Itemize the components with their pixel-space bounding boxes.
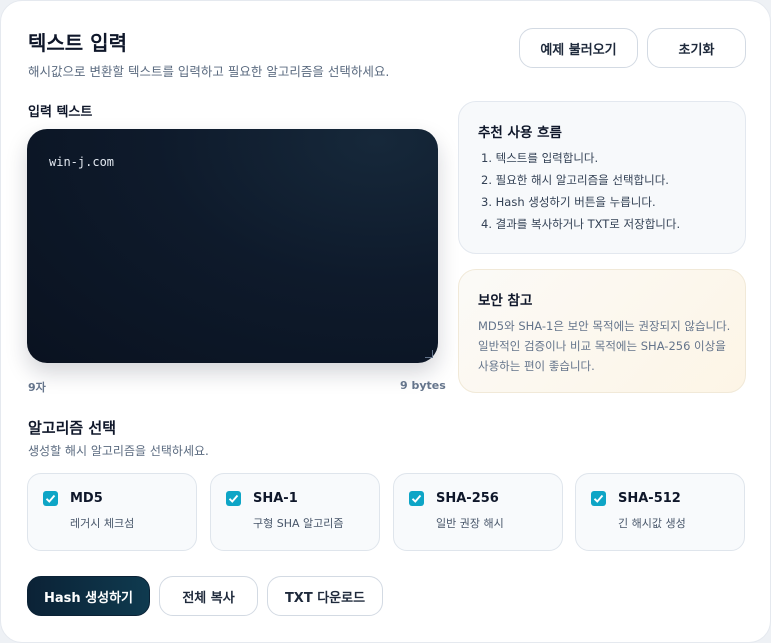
checkbox-sha1[interactable] [226,491,241,506]
flow-panel-title: 추천 사용 흐름 [478,125,562,141]
checkbox-sha512[interactable] [591,491,606,506]
algorithm-name: SHA-512 [618,491,681,506]
hash-input-card: 텍스트 입력 해시값으로 변환할 텍스트를 입력하고 필요한 알고리즘을 선택하… [0,0,771,643]
load-example-button[interactable]: 예제 불러오기 [519,28,638,68]
algorithm-name: MD5 [70,491,103,506]
checkbox-sha256[interactable] [409,491,424,506]
flow-panel: 추천 사용 흐름 1. 텍스트를 입력합니다. 2. 필요한 해시 알고리즘을 … [458,101,746,254]
copy-all-button[interactable]: 전체 복사 [159,576,258,616]
algorithm-desc: 일반 권장 해시 [436,517,504,530]
check-icon [593,494,604,503]
flow-step: 3. Hash 생성하기 버튼을 누릅니다. [481,195,656,209]
resize-handle[interactable] [425,350,433,358]
input-label: 입력 텍스트 [28,105,93,120]
check-icon [228,494,239,503]
algorithm-desc: 구형 SHA 알고리즘 [253,517,344,530]
algorithm-section-title: 알고리즘 선택 [28,419,117,437]
security-note-panel: 보안 참고 MD5와 SHA-1은 보안 목적에는 권장되지 않습니다. 일반적… [458,269,746,393]
char-count: 9자 [28,381,46,394]
check-icon [411,494,422,503]
algorithm-desc: 긴 해시값 생성 [618,517,686,530]
checkbox-md5[interactable] [43,491,58,506]
security-note-title: 보안 참고 [478,293,533,309]
algorithm-option-sha512[interactable]: SHA-512 긴 해시값 생성 [575,473,745,551]
algorithm-name: SHA-256 [436,491,499,506]
download-txt-button[interactable]: TXT 다운로드 [267,576,383,616]
flow-step: 2. 필요한 해시 알고리즘을 선택합니다. [481,173,669,187]
reset-button[interactable]: 초기화 [647,28,746,68]
flow-step: 4. 결과를 복사하거나 TXT로 저장합니다. [481,217,681,231]
flow-steps-list: 1. 텍스트를 입력합니다. 2. 필요한 해시 알고리즘을 선택합니다. 3.… [481,150,680,238]
text-input-area[interactable]: win-j.com [27,129,438,363]
algorithm-desc: 레거시 체크섬 [70,517,135,530]
algorithm-name: SHA-1 [253,491,298,506]
text-input-value: win-j.com [49,155,115,169]
flow-step: 1. 텍스트를 입력합니다. [481,151,599,165]
algorithm-option-md5[interactable]: MD5 레거시 체크섬 [27,473,197,551]
security-note-text: MD5와 SHA-1은 보안 목적에는 권장되지 않습니다. 일반적인 검증이나… [478,319,731,373]
check-icon [45,494,56,503]
algorithm-section-subtitle: 생성할 해시 알고리즘을 선택하세요. [28,444,209,458]
byte-count: 9 bytes [400,379,446,392]
generate-hash-button[interactable]: Hash 생성하기 [27,576,150,616]
algorithm-option-sha256[interactable]: SHA-256 일반 권장 해시 [393,473,563,551]
algorithm-option-sha1[interactable]: SHA-1 구형 SHA 알고리즘 [210,473,380,551]
page-subtitle: 해시값으로 변환할 텍스트를 입력하고 필요한 알고리즘을 선택하세요. [28,64,390,79]
page-title: 텍스트 입력 [28,31,127,55]
